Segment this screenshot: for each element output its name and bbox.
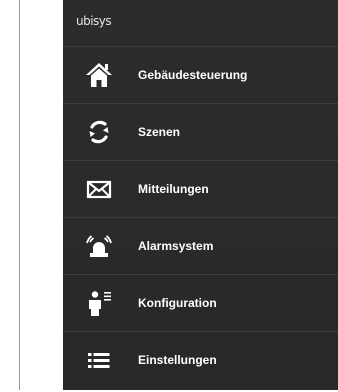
menu-item-gebaeudesteuerung[interactable]: Gebäudesteuerung — [63, 47, 338, 104]
menu-label: Szenen — [138, 125, 181, 139]
main-menu: Gebäudesteuerung Szenen Mitteilungen Ala… — [63, 47, 338, 392]
user-config-icon — [84, 289, 114, 317]
list-icon — [84, 346, 114, 374]
menu-label: Konfiguration — [138, 296, 217, 310]
menu-label: Mitteilungen — [138, 182, 209, 196]
envelope-icon — [84, 175, 114, 203]
menu-label: Einstellungen — [138, 353, 217, 367]
alarm-siren-icon — [84, 232, 114, 260]
menu-item-szenen[interactable]: Szenen — [63, 104, 338, 161]
menu-label: Gebäudesteuerung — [138, 68, 248, 82]
brand-header: ubisys — [63, 0, 338, 47]
refresh-icon — [84, 118, 114, 146]
brand-logo: ubisys — [76, 14, 112, 28]
menu-item-konfiguration[interactable]: Konfiguration — [63, 275, 338, 332]
left-divider-line — [19, 0, 20, 390]
navigation-panel: ubisys Gebäudesteuerung Szenen Mitteilun… — [63, 0, 338, 390]
menu-item-mitteilungen[interactable]: Mitteilungen — [63, 161, 338, 218]
menu-item-alarmsystem[interactable]: Alarmsystem — [63, 218, 338, 275]
screen: ubisys Gebäudesteuerung Szenen Mitteilun… — [0, 0, 338, 390]
menu-label: Alarmsystem — [138, 239, 214, 253]
menu-item-einstellungen[interactable]: Einstellungen — [63, 332, 338, 392]
house-icon — [84, 61, 114, 89]
